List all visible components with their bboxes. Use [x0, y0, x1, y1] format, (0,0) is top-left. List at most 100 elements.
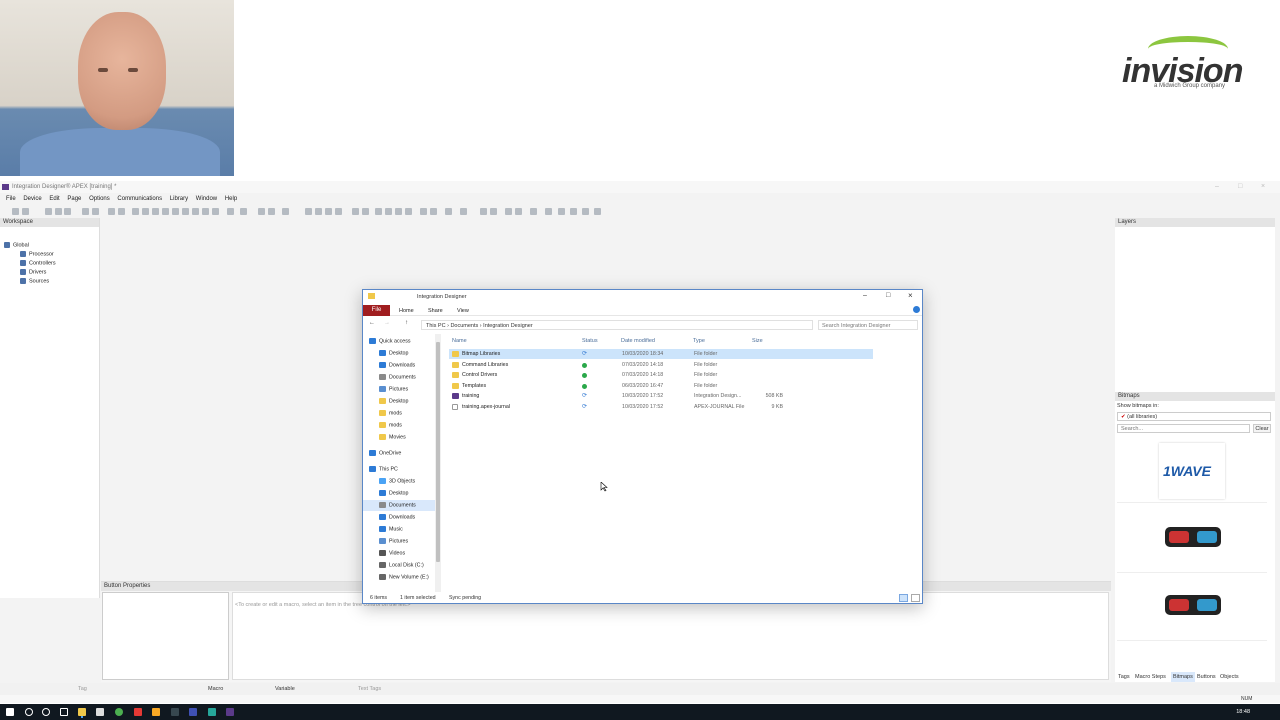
toolbar-icon-35[interactable]	[445, 208, 452, 215]
toolbar-icon-22[interactable]	[282, 208, 289, 215]
toolbar-icon-13[interactable]	[172, 208, 179, 215]
app-taskbar-icon-3[interactable]	[189, 708, 197, 716]
ribbon-tab-file[interactable]: File	[363, 305, 390, 316]
path-this-pc[interactable]: This PC	[426, 323, 446, 329]
nav-item-this-pc[interactable]: This PC	[363, 464, 440, 475]
nav-item-mods[interactable]: mods	[363, 408, 440, 419]
nav-item-local-disk-c[interactable]: Local Disk (C:)	[363, 560, 440, 571]
toolbar-icon-34[interactable]	[430, 208, 437, 215]
toolbar-icon-0[interactable]	[12, 208, 19, 215]
toolbar-icon-18[interactable]	[227, 208, 234, 215]
search-icon[interactable]	[25, 708, 33, 716]
toolbar-icon-21[interactable]	[268, 208, 275, 215]
maximize-icon[interactable]: □	[886, 292, 890, 299]
macro-editor[interactable]: <To create or edit a macro, select an it…	[232, 592, 1109, 680]
col-status[interactable]: Status	[582, 338, 598, 344]
toolbar-icon-9[interactable]	[132, 208, 139, 215]
nav-scroll-thumb[interactable]	[436, 342, 440, 562]
nav-item-pictures[interactable]: Pictures	[363, 536, 440, 547]
toolbar-icon-19[interactable]	[240, 208, 247, 215]
file-row[interactable]: Bitmap Libraries 10/03/2020 18:34 File fol…	[449, 349, 873, 359]
toolbar-icon-25[interactable]	[325, 208, 332, 215]
toolbar-icon-1[interactable]	[22, 208, 29, 215]
nav-item-music[interactable]: Music	[363, 524, 440, 535]
tree-item-drivers[interactable]: Drivers	[20, 269, 46, 275]
nav-item-downloads[interactable]: Downloads	[363, 512, 440, 523]
integration-designer-taskbar-icon[interactable]	[226, 708, 234, 716]
store-icon[interactable]	[96, 708, 104, 716]
forward-icon[interactable]: →	[384, 320, 390, 326]
toolbar-icon-27[interactable]	[352, 208, 359, 215]
tiles-view-icon[interactable]	[911, 594, 920, 602]
ribbon-tab-view[interactable]: View	[457, 308, 469, 314]
back-icon[interactable]: ←	[369, 320, 375, 326]
address-bar[interactable]: This PC › Documents › Integration Design…	[421, 320, 813, 330]
library-select[interactable]: ✔ (all libraries)	[1117, 412, 1271, 421]
nav-item-quick-access[interactable]: Quick access	[363, 336, 440, 347]
file-explorer-taskbar-icon[interactable]	[78, 708, 86, 716]
tab-macro-steps[interactable]: Macro Steps	[1135, 674, 1166, 680]
toolbar-icon-3[interactable]	[55, 208, 62, 215]
toolbar-icon-37[interactable]	[480, 208, 487, 215]
tab-objects[interactable]: Objects	[1220, 674, 1239, 680]
nav-item-downloads[interactable]: Downloads	[363, 360, 440, 371]
nav-item-desktop[interactable]: Desktop	[363, 348, 440, 359]
tree-item-controllers[interactable]: Controllers	[20, 260, 56, 266]
nav-item-mods[interactable]: mods	[363, 420, 440, 431]
minimize-icon[interactable]: –	[1215, 183, 1219, 190]
toolbar-icon-28[interactable]	[362, 208, 369, 215]
toolbar-icon-15[interactable]	[192, 208, 199, 215]
toolbar-icon-46[interactable]	[594, 208, 601, 215]
toolbar-icon-7[interactable]	[108, 208, 115, 215]
tab-bitmaps[interactable]: Bitmaps	[1171, 672, 1195, 682]
menu-page[interactable]: Page	[67, 196, 81, 202]
file-row[interactable]: Command Libraries 07/03/2020 14:18 File fo…	[449, 360, 873, 370]
path-integration-designer[interactable]: Integration Designer	[483, 323, 533, 329]
toolbar-icon-20[interactable]	[258, 208, 265, 215]
toolbar-icon-2[interactable]	[45, 208, 52, 215]
tab-buttons[interactable]: Buttons	[1197, 674, 1216, 680]
nav-item-onedrive[interactable]: OneDrive	[363, 448, 440, 459]
file-row[interactable]: Templates 06/03/2020 16:47 File folder	[449, 381, 873, 391]
file-row[interactable]: training 10/03/2020 17:52 Integration Desi…	[449, 391, 873, 401]
file-row[interactable]: Control Drivers 07/03/2020 14:18 File fold…	[449, 370, 873, 380]
toolbar-icon-11[interactable]	[152, 208, 159, 215]
path-documents[interactable]: Documents	[450, 323, 478, 329]
bitmap-thumb-3d-glasses[interactable]	[1117, 507, 1267, 573]
menu-options[interactable]: Options	[89, 196, 110, 202]
toolbar-icon-42[interactable]	[545, 208, 552, 215]
nav-item-documents[interactable]: Documents	[363, 500, 440, 511]
toolbar-icon-32[interactable]	[405, 208, 412, 215]
clear-button[interactable]: Clear	[1253, 424, 1271, 433]
toolbar-icon-39[interactable]	[505, 208, 512, 215]
up-icon[interactable]: ↑	[405, 320, 408, 326]
task-view-icon[interactable]	[60, 708, 68, 716]
toolbar-icon-23[interactable]	[305, 208, 312, 215]
toolbar-icon-33[interactable]	[420, 208, 427, 215]
help-icon[interactable]	[913, 306, 920, 313]
col-name[interactable]: Name	[452, 338, 467, 344]
menu-help[interactable]: Help	[225, 196, 237, 202]
bitmap-thumb-3d-glasses-2[interactable]	[1117, 575, 1267, 641]
toolbar-icon-36[interactable]	[460, 208, 467, 215]
toolbar-icon-8[interactable]	[118, 208, 125, 215]
col-type[interactable]: Type	[693, 338, 705, 344]
toolbar-icon-24[interactable]	[315, 208, 322, 215]
menu-device[interactable]: Device	[23, 196, 41, 202]
menu-file[interactable]: File	[6, 196, 16, 202]
app-taskbar-icon-2[interactable]	[171, 708, 179, 716]
button-list[interactable]	[102, 592, 229, 680]
app-taskbar-icon-4[interactable]	[208, 708, 216, 716]
menu-edit[interactable]: Edit	[49, 196, 59, 202]
tree-item-sources[interactable]: Sources	[20, 278, 49, 284]
details-view-icon[interactable]	[899, 594, 908, 602]
tree-item-global[interactable]: Global	[4, 242, 29, 248]
acrobat-icon[interactable]	[134, 708, 142, 716]
toolbar-icon-45[interactable]	[582, 208, 589, 215]
nav-item-movies[interactable]: Movies	[363, 432, 440, 443]
toolbar-icon-16[interactable]	[202, 208, 209, 215]
toolbar-icon-30[interactable]	[385, 208, 392, 215]
minimize-icon[interactable]: –	[863, 292, 867, 299]
start-icon[interactable]	[6, 708, 14, 716]
ribbon-tab-share[interactable]: Share	[428, 308, 443, 314]
